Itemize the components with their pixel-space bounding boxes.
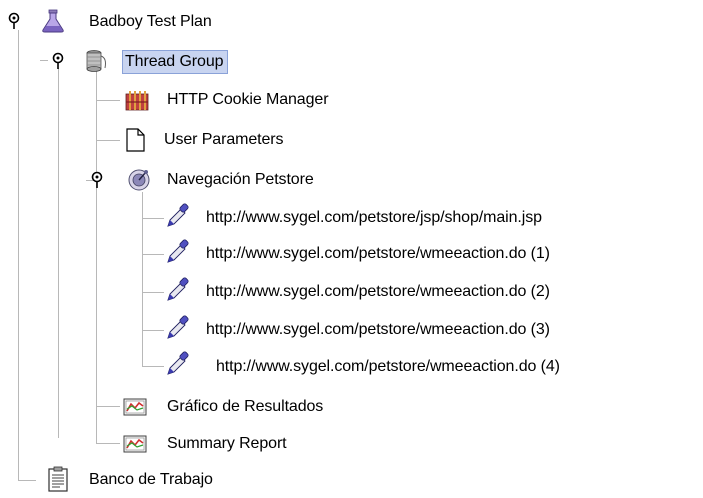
tree-node-label: Badboy Test Plan [89, 13, 212, 30]
controller-icon [128, 169, 150, 191]
spool-icon [86, 50, 106, 72]
pipette-icon [167, 351, 189, 375]
tree-line [96, 443, 120, 444]
expanded-handle-icon[interactable] [91, 171, 105, 189]
tree-line [18, 30, 19, 480]
cookie-manager-icon [125, 91, 149, 111]
test-plan-tree: Badboy Test Plan Thread Group HTTP Cooki… [0, 0, 703, 498]
tree-node-label: HTTP Cookie Manager [167, 91, 329, 108]
pipette-icon [167, 203, 189, 227]
tree-node-label: http://www.sygel.com/petstore/wmeeaction… [206, 245, 550, 262]
expanded-handle-icon[interactable] [52, 52, 66, 70]
tree-node-label: Navegación Petstore [167, 171, 314, 188]
tree-line [96, 406, 120, 407]
tree-node-label: Summary Report [167, 435, 287, 452]
tree-node-label: http://www.sygel.com/petstore/wmeeaction… [206, 283, 550, 300]
tree-line [96, 68, 97, 443]
pipette-icon [167, 315, 189, 339]
tree-line [96, 140, 120, 141]
tree-node-label: Thread Group [122, 50, 229, 74]
tree-node-label: User Parameters [164, 131, 284, 148]
tree-line [142, 254, 164, 255]
tree-line [58, 68, 59, 438]
tree-line [142, 218, 164, 219]
tree-line [18, 480, 36, 481]
expanded-handle-icon[interactable] [8, 12, 22, 30]
tree-line [142, 292, 164, 293]
graph-listener-icon [123, 398, 147, 416]
flask-icon [42, 9, 64, 33]
pipette-icon [167, 277, 189, 301]
tree-line [96, 100, 120, 101]
tree-line [40, 60, 48, 61]
tree-line [142, 330, 164, 331]
graph-listener-icon [123, 435, 147, 453]
tree-node-label: http://www.sygel.com/petstore/wmeeaction… [216, 358, 560, 375]
pipette-icon [167, 239, 189, 263]
tree-line [142, 366, 164, 367]
tree-node-label: http://www.sygel.com/petstore/jsp/shop/m… [206, 209, 542, 226]
tree-node-label: Banco de Trabajo [89, 471, 213, 488]
document-icon [126, 128, 145, 152]
tree-node-label: http://www.sygel.com/petstore/wmeeaction… [206, 321, 550, 338]
clipboard-icon [48, 466, 68, 492]
tree-node-label: Gráfico de Resultados [167, 398, 324, 415]
